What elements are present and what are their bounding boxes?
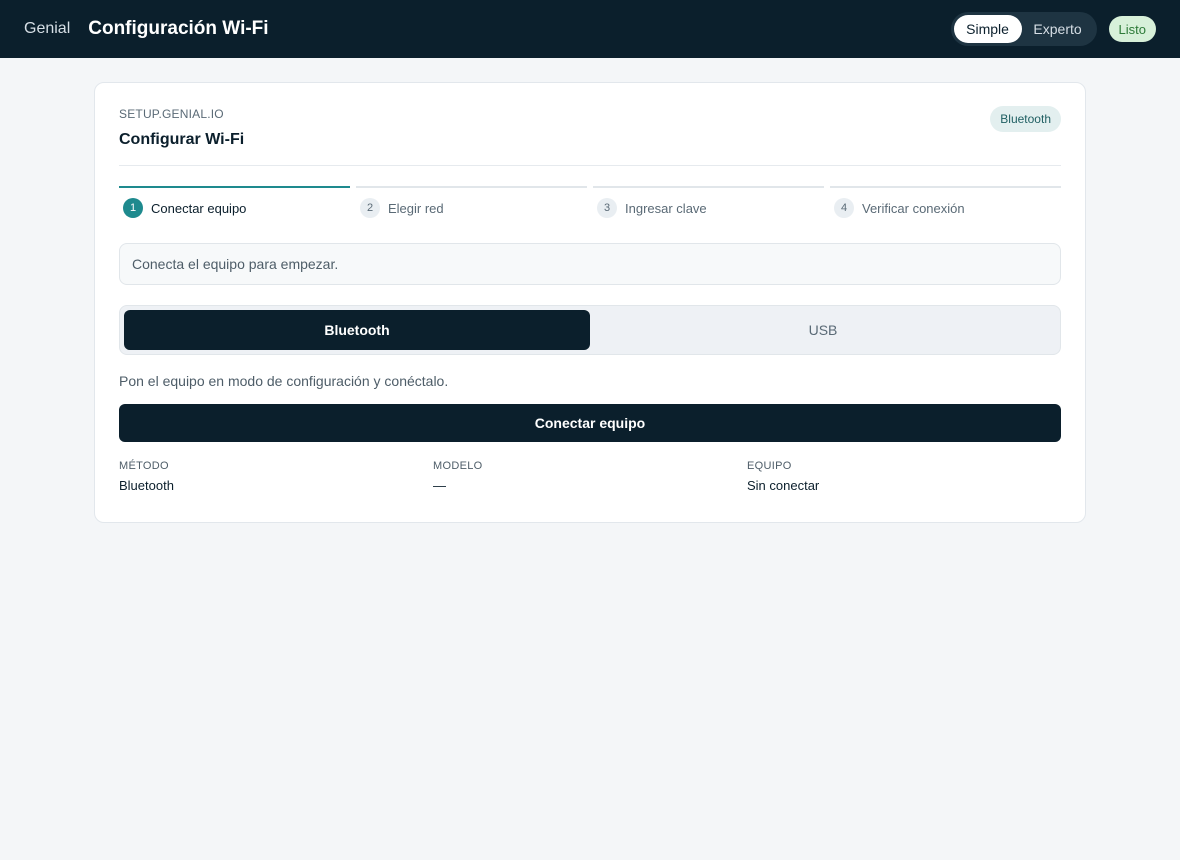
meta-value: — <box>433 478 446 493</box>
meta-model: MODELO — <box>433 460 747 493</box>
status-badge: Listo <box>1108 16 1156 42</box>
step-verify-connection[interactable]: 4 Verificar conexión <box>830 186 1061 218</box>
card-eyebrow: SETUP.GENIAL.IO <box>119 107 224 121</box>
device-summary: MÉTODO Bluetooth MODELO — EQUIPO Sin con… <box>119 460 1061 493</box>
meta-value: Bluetooth <box>119 478 174 493</box>
meta-value: Sin conectar <box>747 478 820 493</box>
step-label: Ingresar clave <box>625 200 707 216</box>
instruction-text: Pon el equipo en modo de configuración y… <box>119 373 449 389</box>
mode-expert-button[interactable]: Experto <box>1022 15 1094 43</box>
step-connect-device[interactable]: 1 Conectar equipo <box>119 186 350 218</box>
step-choose-network[interactable]: 2 Elegir red <box>356 186 587 218</box>
step-number: 4 <box>834 198 854 218</box>
card-header: SETUP.GENIAL.IO Configurar Wi-Fi Bluetoo… <box>95 83 1085 165</box>
mode-simple-button[interactable]: Simple <box>953 15 1022 43</box>
page-title: Configuración Wi-Fi <box>88 18 269 39</box>
meta-method: MÉTODO Bluetooth <box>119 460 433 493</box>
mode-toggle[interactable]: Simple Experto <box>950 12 1097 46</box>
brand-name[interactable]: Genial <box>24 20 70 38</box>
step-label: Conectar equipo <box>151 200 247 216</box>
meta-label: EQUIPO <box>747 460 792 472</box>
card-title: Configurar Wi-Fi <box>119 131 245 148</box>
top-bar: Genial Configuración Wi-Fi Simple Expert… <box>0 0 1180 58</box>
stepper: 1 Conectar equipo 2 Elegir red 3 Ingresa… <box>119 186 1061 218</box>
info-message: Conecta el equipo para empezar. <box>119 243 1061 285</box>
step-enter-password[interactable]: 3 Ingresar clave <box>593 186 824 218</box>
step-label: Verificar conexión <box>862 200 965 216</box>
method-usb-button[interactable]: USB <box>590 310 1056 350</box>
divider <box>119 165 1061 166</box>
setup-card: SETUP.GENIAL.IO Configurar Wi-Fi Bluetoo… <box>94 82 1086 523</box>
method-bluetooth-button[interactable]: Bluetooth <box>124 310 590 350</box>
meta-device: EQUIPO Sin conectar <box>747 460 1061 493</box>
connect-device-button[interactable]: Conectar equipo <box>119 404 1061 442</box>
meta-label: MODELO <box>433 460 483 472</box>
step-number: 2 <box>360 198 380 218</box>
connection-method-selector[interactable]: Bluetooth USB <box>119 305 1061 355</box>
method-badge: Bluetooth <box>990 106 1061 132</box>
step-number: 1 <box>123 198 143 218</box>
step-number: 3 <box>597 198 617 218</box>
step-label: Elegir red <box>388 200 444 216</box>
meta-label: MÉTODO <box>119 460 169 472</box>
